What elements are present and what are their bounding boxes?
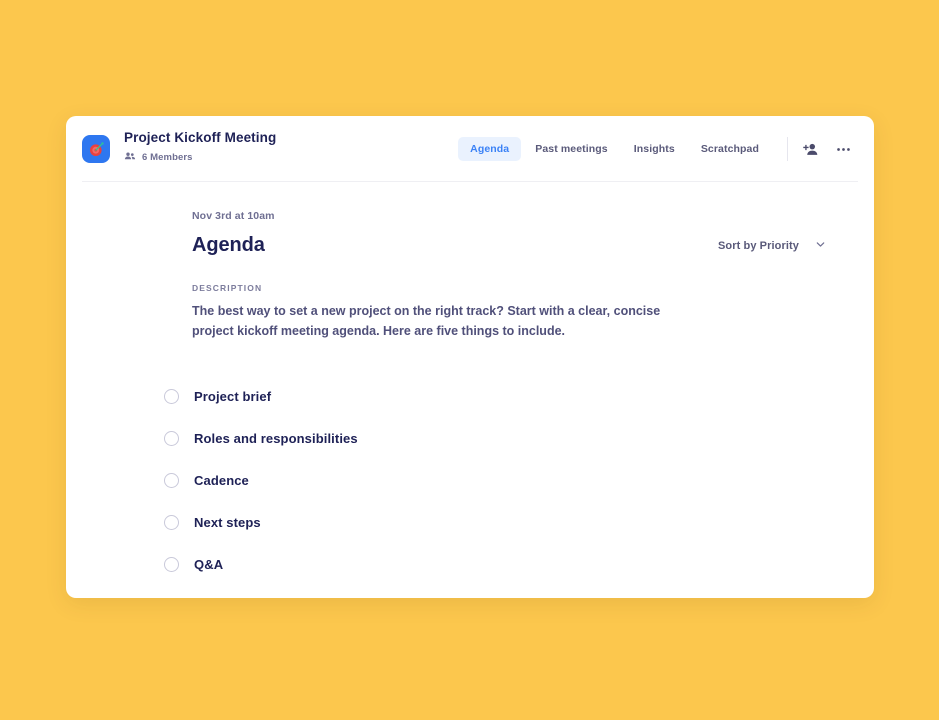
checkbox-icon[interactable]	[164, 514, 179, 530]
people-icon	[124, 149, 136, 167]
meeting-card: Project Kickoff Meeting 6 Members Agenda…	[66, 116, 874, 598]
card-header: Project Kickoff Meeting 6 Members Agenda…	[66, 116, 874, 182]
agenda-item-label: Q&A	[194, 556, 224, 572]
header-actions	[802, 141, 852, 158]
chevron-down-icon	[815, 237, 826, 255]
sort-dropdown[interactable]: Sort by Priority	[718, 237, 830, 255]
checkbox-icon[interactable]	[164, 388, 179, 404]
title-row: Agenda Sort by Priority	[192, 234, 830, 257]
tab-past-meetings[interactable]: Past meetings	[523, 137, 620, 161]
description-label: DESCRIPTION	[192, 283, 263, 293]
agenda-item[interactable]: Cadence	[164, 459, 830, 501]
agenda-item-label: Project brief	[194, 388, 272, 404]
meeting-date: Nov 3rd at 10am	[192, 210, 275, 222]
header-titles: Project Kickoff Meeting 6 Members	[124, 130, 277, 167]
agenda-item[interactable]: Roles and responsibilities	[164, 417, 830, 459]
description-text: The best way to set a new project on the…	[192, 304, 661, 338]
agenda-item-label: Next steps	[194, 514, 261, 530]
card-body: Nov 3rd at 10am Agenda Sort by Priority …	[66, 182, 874, 585]
checkbox-icon[interactable]	[164, 556, 179, 572]
workspace-title: Project Kickoff Meeting	[124, 130, 277, 146]
tab-agenda[interactable]: Agenda	[458, 137, 522, 161]
tab-scratchpad[interactable]: Scratchpad	[689, 137, 771, 161]
sort-dropdown-label: Sort by Priority	[717, 239, 799, 252]
more-options-icon[interactable]	[835, 141, 852, 158]
page-root: Project Kickoff Meeting 6 Members Agenda…	[0, 0, 939, 720]
agenda-list: Project brief Roles and responsibilities…	[164, 375, 830, 585]
agenda-item[interactable]: Project brief	[164, 375, 830, 417]
agenda-item-label: Cadence	[194, 472, 249, 488]
add-person-icon[interactable]	[802, 141, 819, 158]
page-title: Agenda	[192, 234, 265, 256]
nav-tabs: Agenda Past meetings Insights Scratchpad	[458, 137, 771, 161]
tab-insights[interactable]: Insights	[622, 137, 687, 161]
checkbox-icon[interactable]	[164, 430, 179, 446]
description-block: DESCRIPTION The best way to set a new pr…	[192, 283, 830, 341]
agenda-item-label: Roles and responsibilities	[194, 430, 358, 446]
target-icon	[82, 135, 110, 163]
members-count-label: 6 Members	[142, 152, 193, 164]
header-divider	[787, 137, 788, 161]
agenda-item[interactable]: Next steps	[164, 501, 830, 543]
agenda-item[interactable]: Q&A	[164, 543, 830, 585]
members-row[interactable]: 6 Members	[124, 149, 276, 167]
checkbox-icon[interactable]	[164, 472, 179, 488]
